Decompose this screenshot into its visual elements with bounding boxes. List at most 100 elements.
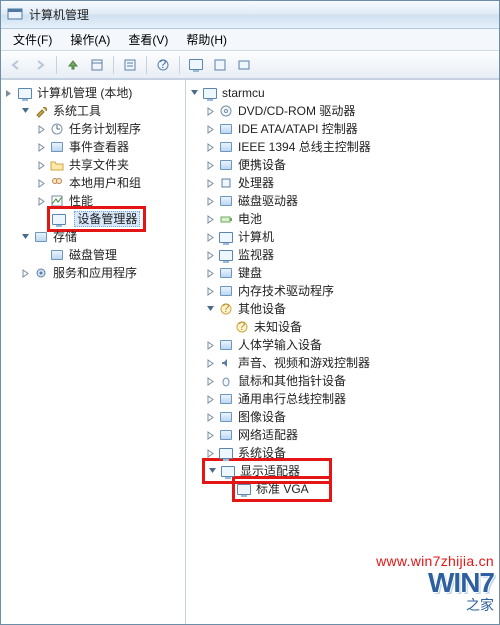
node-task-scheduler[interactable]: 任务计划程序 [35, 120, 183, 138]
computer-icon [218, 229, 234, 245]
expand-icon[interactable] [204, 393, 216, 405]
node-ieee1394[interactable]: IEEE 1394 总线主控制器 [204, 138, 497, 156]
expand-icon[interactable] [204, 267, 216, 279]
display-icon [236, 481, 252, 497]
node-unknown-device[interactable]: ?未知设备 [220, 318, 497, 336]
expand-icon[interactable] [204, 285, 216, 297]
expand-icon[interactable] [35, 159, 47, 171]
node-memory[interactable]: 内存技术驱动程序 [204, 282, 497, 300]
expand-icon[interactable] [35, 123, 47, 135]
cpu-icon [218, 175, 234, 191]
node-mouse[interactable]: 鼠标和其他指针设备 [204, 372, 497, 390]
expand-icon[interactable] [204, 231, 216, 243]
node-system-tools[interactable]: 系统工具 [19, 102, 183, 120]
node-dvd[interactable]: DVD/CD-ROM 驱动器 [204, 102, 497, 120]
node-label: 设备管理器 [74, 211, 140, 227]
expand-icon[interactable] [204, 123, 216, 135]
node-label: 事件查看器 [69, 138, 129, 156]
node-ide[interactable]: IDE ATA/ATAPI 控制器 [204, 120, 497, 138]
node-standard-vga[interactable]: 标准 VGA [220, 480, 497, 498]
node-disk-mgmt[interactable]: 磁盘管理 [35, 246, 183, 264]
node-computer[interactable]: starmcu [188, 84, 497, 102]
node-label: IDE ATA/ATAPI 控制器 [238, 120, 358, 138]
node-label: 键盘 [238, 264, 262, 282]
toolbar: ? [1, 51, 499, 79]
node-local-users[interactable]: 本地用户和组 [35, 174, 183, 192]
back-button [5, 54, 27, 76]
expand-icon[interactable] [204, 249, 216, 261]
action-button[interactable] [209, 54, 231, 76]
node-label: 磁盘管理 [69, 246, 117, 264]
hdd-icon [218, 193, 234, 209]
expand-icon[interactable] [35, 141, 47, 153]
node-label: 标准 VGA [256, 480, 309, 498]
expand-icon[interactable] [204, 411, 216, 423]
node-label: 磁盘驱动器 [238, 192, 298, 210]
device-tree[interactable]: starmcu DVD/CD-ROM 驱动器 IDE ATA/ATAPI 控制器… [186, 80, 499, 624]
expand-icon[interactable] [35, 177, 47, 189]
menu-file[interactable]: 文件(F) [5, 29, 60, 50]
other-icon: ? [218, 301, 234, 317]
battery-icon [218, 211, 234, 227]
app-icon [7, 7, 23, 23]
node-sound[interactable]: 声音、视频和游戏控制器 [204, 354, 497, 372]
node-network[interactable]: 网络适配器 [204, 426, 497, 444]
expand-icon[interactable] [204, 357, 216, 369]
up-button[interactable] [62, 54, 84, 76]
node-shared-folders[interactable]: 共享文件夹 [35, 156, 183, 174]
expand-icon[interactable] [204, 303, 216, 315]
extra-button[interactable] [233, 54, 255, 76]
expand-icon[interactable] [204, 141, 216, 153]
monitor-icon [218, 247, 234, 263]
expand-icon[interactable] [204, 375, 216, 387]
menu-help[interactable]: 帮助(H) [178, 29, 235, 50]
node-monitors[interactable]: 监视器 [204, 246, 497, 264]
expand-icon[interactable] [35, 195, 47, 207]
expand-icon[interactable] [204, 177, 216, 189]
node-event-viewer[interactable]: 事件查看器 [35, 138, 183, 156]
expand-icon[interactable] [204, 159, 216, 171]
expand-icon[interactable] [204, 213, 216, 225]
forward-button [29, 54, 51, 76]
node-services-apps[interactable]: 服务和应用程序 [19, 264, 183, 282]
node-other-devices[interactable]: ?其他设备 [204, 300, 497, 318]
node-label: 存储 [53, 228, 77, 246]
node-hid[interactable]: 人体学输入设备 [204, 336, 497, 354]
expand-icon[interactable] [204, 105, 216, 117]
menu-action[interactable]: 操作(A) [62, 29, 118, 50]
help-button[interactable]: ? [152, 54, 174, 76]
node-imaging[interactable]: 图像设备 [204, 408, 497, 426]
node-device-manager[interactable]: 设备管理器 [35, 210, 183, 228]
node-keyboards[interactable]: 键盘 [204, 264, 497, 282]
expand-icon[interactable] [3, 87, 15, 99]
expand-icon[interactable] [204, 429, 216, 441]
node-processors[interactable]: 处理器 [204, 174, 497, 192]
computer-icon [202, 85, 218, 101]
left-tree[interactable]: 计算机管理 (本地) 系统工具 任务计划程序 事件查看器 共享文件夹 本地用户和… [1, 80, 186, 624]
expand-icon[interactable] [204, 339, 216, 351]
menu-view[interactable]: 查看(V) [120, 29, 176, 50]
node-portable[interactable]: 便携设备 [204, 156, 497, 174]
expand-icon[interactable] [206, 465, 218, 477]
expand-icon[interactable] [188, 87, 200, 99]
expand-icon[interactable] [19, 267, 31, 279]
toolbar-separator [113, 56, 114, 74]
expand-icon[interactable] [204, 195, 216, 207]
titlebar[interactable]: 计算机管理 [1, 1, 499, 29]
node-disk-drives[interactable]: 磁盘驱动器 [204, 192, 497, 210]
node-computers[interactable]: 计算机 [204, 228, 497, 246]
refresh-button[interactable] [86, 54, 108, 76]
properties-button[interactable] [119, 54, 141, 76]
scan-button[interactable] [185, 54, 207, 76]
node-usb[interactable]: 通用串行总线控制器 [204, 390, 497, 408]
node-label: 人体学输入设备 [238, 336, 322, 354]
expand-icon[interactable] [19, 231, 31, 243]
node-label: 计算机 [238, 228, 274, 246]
node-root[interactable]: 计算机管理 (本地) [3, 84, 183, 102]
node-label: 便携设备 [238, 156, 286, 174]
node-battery[interactable]: 电池 [204, 210, 497, 228]
expand-icon[interactable] [19, 105, 31, 117]
dvd-icon [218, 103, 234, 119]
mouse-icon [218, 373, 234, 389]
network-icon [218, 427, 234, 443]
